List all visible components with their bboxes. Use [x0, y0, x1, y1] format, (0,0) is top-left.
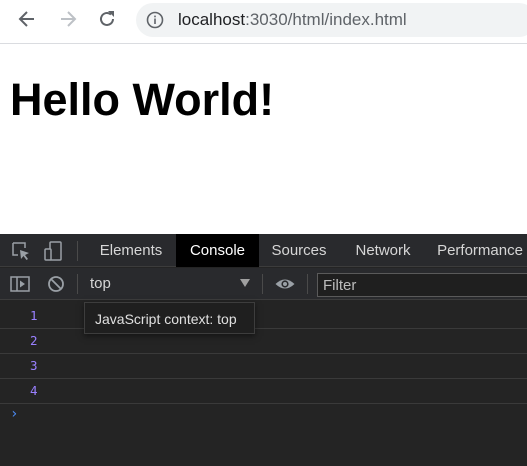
url-host: localhost	[178, 10, 246, 29]
address-bar[interactable]: localhost:3030/html/index.html	[136, 3, 527, 37]
tab-separator	[77, 241, 78, 261]
log-row: 3	[0, 354, 527, 379]
log-value: 2	[30, 333, 38, 348]
toolbar-separator	[77, 274, 78, 294]
filter-input[interactable]	[317, 273, 527, 297]
browser-toolbar: localhost:3030/html/index.html	[0, 0, 527, 40]
reload-button[interactable]	[92, 4, 122, 34]
javascript-context-select[interactable]: top	[84, 271, 258, 297]
forward-button[interactable]	[53, 4, 83, 34]
toolbar-separator	[307, 274, 308, 294]
arrow-left-icon	[18, 11, 34, 27]
toolbar-divider	[0, 43, 527, 44]
console-toolbar: top	[0, 268, 527, 300]
console-log: 1 2 3 4	[0, 304, 527, 404]
back-button[interactable]	[12, 4, 42, 34]
url-path: :3030/html/index.html	[245, 10, 407, 29]
page-heading: Hello World!	[10, 74, 275, 125]
device-toolbar-icon[interactable]	[43, 240, 65, 262]
log-row: 1	[0, 304, 527, 329]
log-value: 3	[30, 358, 38, 373]
reload-icon	[100, 11, 114, 26]
devtools-tab-bar: Elements Console Sources Network Perform…	[0, 234, 527, 267]
inspect-element-icon[interactable]	[10, 240, 32, 262]
log-value: 4	[30, 383, 38, 398]
tab-network[interactable]: Network	[345, 234, 421, 267]
log-value: 1	[30, 308, 38, 323]
tab-sources[interactable]: Sources	[261, 234, 337, 267]
tooltip-text: JavaScript context: top	[95, 311, 237, 327]
eye-icon[interactable]	[274, 273, 296, 295]
toolbar-separator	[262, 274, 263, 294]
console-prompt[interactable]: ›	[10, 406, 18, 422]
log-row: 4	[0, 379, 527, 404]
show-sidebar-icon[interactable]	[9, 273, 31, 295]
log-row: 2	[0, 329, 527, 354]
clear-console-icon[interactable]	[45, 273, 67, 295]
context-value: top	[90, 275, 111, 292]
arrow-right-icon	[61, 11, 77, 27]
tab-performance[interactable]: Performance	[430, 234, 527, 267]
chevron-down-icon	[240, 279, 250, 287]
tab-elements[interactable]: Elements	[88, 234, 174, 267]
tab-console[interactable]: Console	[176, 234, 259, 267]
info-icon[interactable]	[146, 11, 164, 29]
url-text[interactable]: localhost:3030/html/index.html	[178, 10, 407, 30]
context-tooltip: JavaScript context: top	[84, 302, 255, 334]
devtools-panel: Elements Console Sources Network Perform…	[0, 234, 527, 466]
